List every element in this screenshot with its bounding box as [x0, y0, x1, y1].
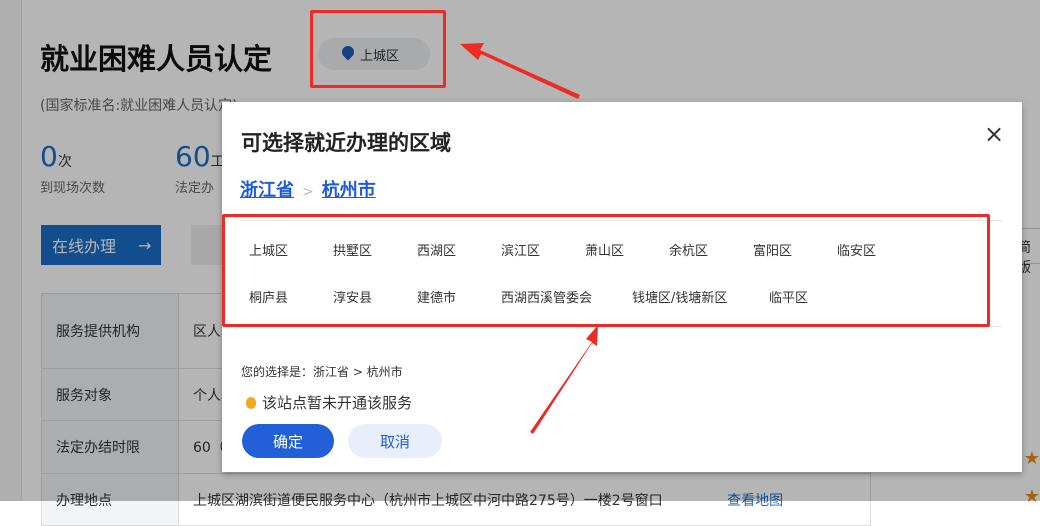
- annotation-arrows: [460, 43, 598, 434]
- arrow-icon: [460, 43, 598, 434]
